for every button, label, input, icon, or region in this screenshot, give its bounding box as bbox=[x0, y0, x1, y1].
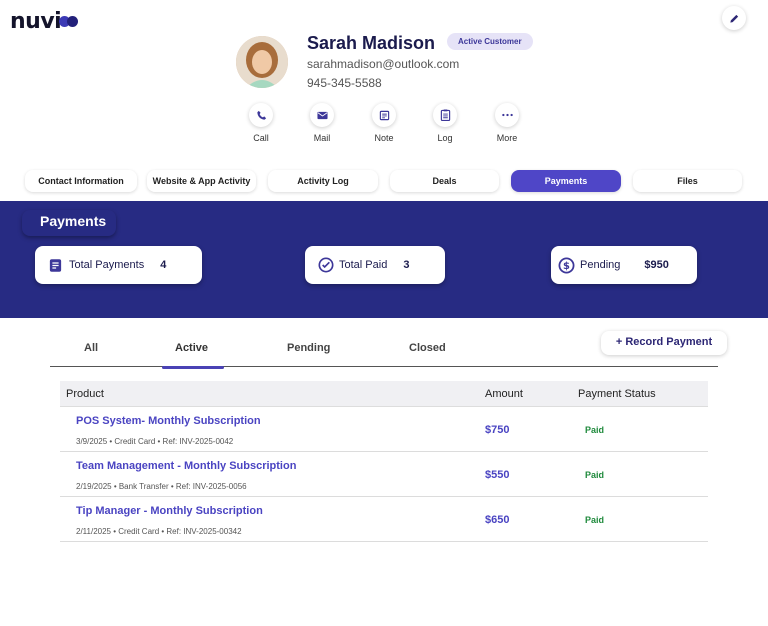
clipboard-icon bbox=[440, 109, 450, 121]
logo-text: nuvi bbox=[10, 9, 62, 34]
table-row[interactable]: Team Management - Monthly Subscription 2… bbox=[60, 452, 708, 497]
log-action[interactable]: Log bbox=[425, 103, 465, 143]
tab-files[interactable]: Files bbox=[633, 170, 742, 192]
tab-contact-information[interactable]: Contact Information bbox=[25, 170, 137, 192]
filter-tab-pending[interactable]: Pending bbox=[287, 342, 330, 354]
stat-label: Total Payments bbox=[69, 259, 145, 271]
payment-meta: 3/9/2025 • Credit Card • Ref: INV-2025-0… bbox=[76, 437, 234, 446]
filter-tabs-divider bbox=[50, 366, 718, 367]
call-action[interactable]: Call bbox=[241, 103, 281, 143]
customer-name: Sarah Madison bbox=[307, 33, 436, 53]
avatar bbox=[236, 36, 288, 88]
payment-status: Paid bbox=[585, 515, 605, 525]
payment-status: Paid bbox=[585, 425, 605, 435]
filter-tab-active[interactable]: Active bbox=[175, 342, 208, 354]
active-tab-indicator bbox=[162, 366, 224, 369]
tab-activity-log[interactable]: Activity Log bbox=[268, 170, 378, 192]
svg-text:$: $ bbox=[563, 261, 570, 272]
action-label: Call bbox=[253, 133, 269, 143]
status-badge: Active Customer bbox=[447, 33, 533, 50]
filter-tab-all[interactable]: All bbox=[84, 342, 98, 354]
mail-icon bbox=[316, 111, 328, 119]
tab-website-app-activity[interactable]: Website & App Activity bbox=[147, 170, 256, 192]
product-name[interactable]: Team Management - Monthly Subscription bbox=[76, 460, 296, 472]
payments-table: Product Amount Payment Status POS System… bbox=[60, 381, 708, 542]
dollar-icon: $ bbox=[558, 257, 575, 273]
section-title: Payments bbox=[22, 210, 116, 236]
profile-tabs: Contact Information Website & App Activi… bbox=[25, 170, 743, 192]
action-label: Note bbox=[374, 133, 394, 143]
payment-amount: $650 bbox=[485, 514, 510, 526]
product-name[interactable]: POS System- Monthly Subscription bbox=[76, 415, 261, 427]
table-row[interactable]: Tip Manager - Monthly Subscription 2/11/… bbox=[60, 497, 708, 542]
stat-value: 3 bbox=[403, 259, 410, 271]
stat-label: Pending bbox=[580, 259, 621, 271]
payment-amount: $550 bbox=[485, 469, 510, 481]
note-icon bbox=[379, 110, 389, 120]
column-header-amount[interactable]: Amount bbox=[485, 388, 578, 400]
payment-amount: $750 bbox=[485, 424, 510, 436]
receipt-icon bbox=[49, 258, 62, 272]
tab-deals[interactable]: Deals bbox=[390, 170, 499, 192]
edit-profile-button[interactable] bbox=[722, 6, 746, 30]
stat-total-payments: Total Payments 4 bbox=[35, 246, 202, 284]
column-header-product[interactable]: Product bbox=[60, 388, 485, 400]
action-label: Log bbox=[437, 133, 453, 143]
check-circle-icon bbox=[318, 257, 333, 273]
stat-value: 4 bbox=[160, 259, 167, 271]
table-header: Product Amount Payment Status bbox=[60, 381, 708, 407]
stat-label: Total Paid bbox=[339, 259, 388, 271]
product-name[interactable]: Tip Manager - Monthly Subscription bbox=[76, 505, 263, 517]
customer-phone[interactable]: 945-345-5588 bbox=[307, 76, 382, 90]
column-header-status[interactable]: Payment Status bbox=[578, 388, 656, 400]
action-label: More bbox=[496, 133, 518, 143]
stat-pending: $ Pending $950 bbox=[551, 246, 697, 284]
action-label: Mail bbox=[313, 133, 331, 143]
more-icon bbox=[501, 113, 513, 117]
note-action[interactable]: Note bbox=[364, 103, 404, 143]
phone-icon bbox=[256, 110, 266, 120]
record-payment-button[interactable]: + Record Payment bbox=[601, 331, 727, 355]
filter-tab-closed[interactable]: Closed bbox=[409, 342, 446, 354]
tab-payments[interactable]: Payments bbox=[511, 170, 621, 192]
pencil-icon bbox=[729, 14, 738, 23]
table-row[interactable]: POS System- Monthly Subscription 3/9/202… bbox=[60, 407, 708, 452]
mail-action[interactable]: Mail bbox=[302, 103, 342, 143]
brand-logo: nuvi bbox=[10, 9, 79, 34]
stat-total-paid: Total Paid 3 bbox=[305, 246, 445, 284]
payment-meta: 2/19/2025 • Bank Transfer • Ref: INV-202… bbox=[76, 482, 247, 491]
stat-value: $950 bbox=[644, 259, 669, 271]
logo-mark-icon bbox=[59, 16, 79, 27]
customer-email[interactable]: sarahmadison@outlook.com bbox=[307, 57, 459, 71]
payment-status: Paid bbox=[585, 470, 605, 480]
payment-meta: 2/11/2025 • Credit Card • Ref: INV-2025-… bbox=[76, 527, 242, 536]
more-action[interactable]: More bbox=[487, 103, 527, 143]
